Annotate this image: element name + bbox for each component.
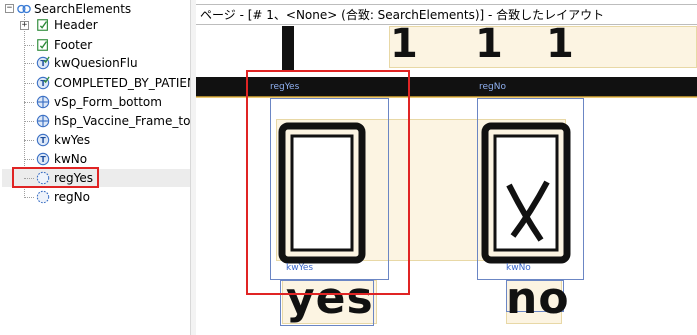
tree-item-header[interactable]: + Header bbox=[2, 16, 190, 34]
region-label-regno: regNo bbox=[479, 82, 506, 92]
tree-item-label: COMPLETED_BY_PATIENT bbox=[54, 76, 190, 90]
tree-item-label: vSp_Form_bottom bbox=[54, 95, 162, 109]
keyword-icon: T bbox=[36, 152, 50, 166]
keyword-icon: T bbox=[36, 133, 50, 147]
tree-branch-line bbox=[24, 45, 34, 46]
tree-item-kwno[interactable]: T kwNo bbox=[2, 150, 190, 168]
tree-item-label: regNo bbox=[54, 190, 90, 204]
word-no: no bbox=[506, 273, 570, 324]
collapse-icon[interactable]: − bbox=[5, 4, 14, 13]
svg-text:T: T bbox=[40, 79, 46, 88]
keyword-check-icon: T bbox=[36, 76, 50, 90]
highlight-annotation-box bbox=[246, 70, 410, 295]
document-canvas[interactable]: 1 1 1 regYes regNo kwYes kwNo yes no bbox=[196, 21, 697, 335]
search-elements-icon bbox=[17, 4, 31, 14]
tree-branch-line bbox=[24, 121, 34, 122]
region-icon bbox=[36, 190, 50, 204]
separator-icon bbox=[36, 114, 50, 128]
page-digit: 1 bbox=[546, 21, 574, 67]
keyword-label-kwno: kwNo bbox=[506, 263, 531, 273]
tree-item-regno[interactable]: regNo bbox=[2, 188, 190, 206]
tree-item-hsp-vaccine-frame-top[interactable]: hSp_Vaccine_Frame_top bbox=[2, 112, 190, 130]
form-line-vertical bbox=[282, 26, 294, 72]
tree-item-kwquesionflu[interactable]: T kwQuesionFlu bbox=[2, 54, 190, 72]
tree-branch-line bbox=[24, 140, 34, 141]
svg-text:T: T bbox=[40, 155, 46, 164]
tree-item-label: kwYes bbox=[54, 133, 91, 147]
page-digit: 1 bbox=[390, 21, 418, 67]
header-check-icon bbox=[37, 19, 48, 31]
tree-item-completed-by-patient[interactable]: T COMPLETED_BY_PATIENT bbox=[2, 74, 190, 92]
tree-item-footer[interactable]: Footer bbox=[2, 36, 190, 54]
tree-branch-line bbox=[24, 197, 34, 198]
tree-item-label: Footer bbox=[54, 38, 93, 52]
element-tree-panel: − SearchElements + Header Footer T kwQue… bbox=[0, 0, 190, 335]
tree-item-label: Header bbox=[54, 18, 98, 32]
selection-highlight-box bbox=[12, 167, 99, 188]
tree-item-kwyes[interactable]: T kwYes bbox=[2, 131, 190, 149]
expand-icon[interactable]: + bbox=[20, 21, 29, 30]
tree-branch-line bbox=[24, 83, 34, 84]
page-view-panel: ページ - [# 1、<None> (合致: SearchElements)] … bbox=[196, 0, 697, 335]
tree-item-label: hSp_Vaccine_Frame_top bbox=[54, 114, 190, 128]
separator-icon bbox=[36, 95, 50, 109]
tree-branch-line bbox=[24, 102, 34, 103]
page-digit: 1 bbox=[475, 21, 503, 67]
svg-text:T: T bbox=[40, 59, 46, 68]
no-checkbox-image bbox=[481, 122, 571, 264]
tree-branch-line bbox=[24, 63, 34, 64]
svg-text:T: T bbox=[40, 136, 46, 145]
tree-item-vsp-form-bottom[interactable]: vSp_Form_bottom bbox=[2, 93, 190, 111]
tree-item-label: kwNo bbox=[54, 152, 88, 166]
tree-branch-line bbox=[24, 159, 34, 160]
tree-item-label: kwQuesionFlu bbox=[54, 56, 138, 70]
footer-check-icon bbox=[37, 39, 48, 51]
keyword-check-icon: T bbox=[36, 56, 50, 70]
view-title: ページ - [# 1、<None> (合致: SearchElements)] … bbox=[196, 4, 697, 25]
matched-area bbox=[389, 26, 697, 68]
